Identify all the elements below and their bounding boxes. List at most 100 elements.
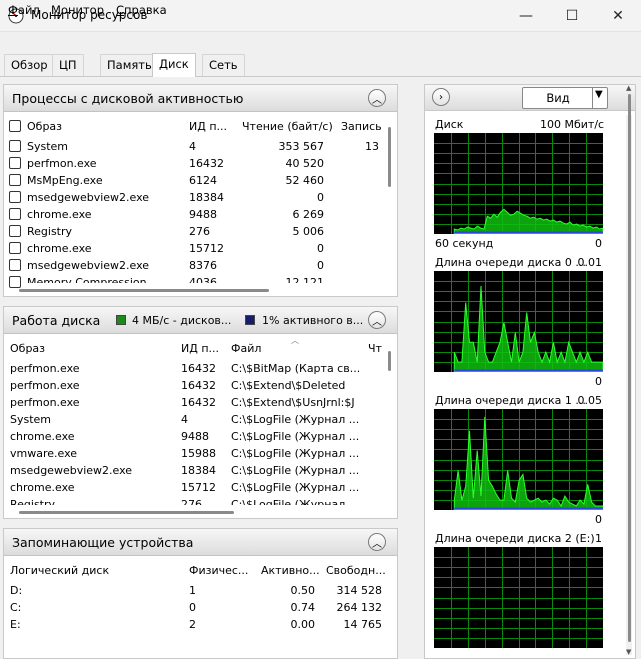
tab-network[interactable]: Сеть: [202, 54, 245, 76]
row-checkbox[interactable]: [9, 191, 21, 203]
column-header-free[interactable]: Свободн...: [326, 564, 386, 577]
row-checkbox[interactable]: [9, 259, 21, 271]
process-image: msedgewebview2.exe: [27, 191, 150, 204]
process-image: System: [27, 140, 69, 153]
disk-activity-panel-header[interactable]: Работа диска 4 МБ/с - дисков... 1% актив…: [4, 307, 397, 334]
column-header-read[interactable]: Чтение (байт/с): [242, 120, 333, 133]
process-image: Memory Compression: [27, 276, 147, 289]
processes-panel-header[interactable]: Процессы с дисковой активностью ︿: [4, 85, 397, 112]
process-pid: 8376: [189, 259, 217, 272]
activity-image: perfmon.exe: [10, 396, 80, 409]
process-read: 0: [317, 259, 324, 272]
row-checkbox[interactable]: [9, 140, 21, 152]
column-header-logical-disk[interactable]: Логический диск: [10, 564, 109, 577]
activity-file: C:\$LogFile (Журнал ...: [231, 413, 359, 426]
processes-vertical-scrollbar[interactable]: [388, 127, 391, 187]
collapse-icon[interactable]: ︿: [368, 311, 386, 329]
activity-pid: 16432: [181, 362, 216, 375]
graph-scale: 0.01: [577, 256, 603, 269]
storage-disk: C:: [10, 601, 22, 614]
column-header-image[interactable]: Образ: [10, 342, 45, 355]
activity-image: perfmon.exe: [10, 379, 80, 392]
tab-cpu[interactable]: ЦП: [52, 54, 84, 76]
disk-activity-vertical-scrollbar[interactable]: [388, 351, 391, 371]
row-checkbox[interactable]: [9, 276, 21, 288]
column-header-image[interactable]: Образ: [27, 120, 62, 133]
close-button[interactable]: ✕: [595, 0, 641, 32]
graph-min: 0: [595, 237, 602, 250]
column-header-physical[interactable]: Физичес...: [189, 564, 248, 577]
disk-activity-horizontal-scrollbar[interactable]: [19, 511, 234, 514]
collapse-icon[interactable]: ︿: [368, 533, 386, 551]
tab-disk[interactable]: Диск: [152, 53, 196, 77]
graphs-scrollbar-thumb[interactable]: [628, 94, 631, 642]
activity-file: C:\$LogFile (Журнал ...: [231, 430, 359, 443]
activity-file: C:\$LogFile (Журнал ...: [231, 481, 359, 494]
menu-file[interactable]: Файл: [8, 3, 40, 17]
storage-free: 264 132: [336, 601, 383, 614]
process-pid: 16432: [189, 157, 224, 170]
select-all-checkbox[interactable]: [9, 120, 21, 132]
chevron-down-icon[interactable]: ▼: [595, 89, 603, 100]
processes-panel-title: Процессы с дисковой активностью: [12, 91, 244, 106]
processes-horizontal-scrollbar[interactable]: [19, 289, 269, 292]
row-checkbox[interactable]: [9, 174, 21, 186]
sort-up-icon: ︿: [291, 336, 299, 345]
storage-active: 0.74: [290, 601, 316, 614]
column-header-pid[interactable]: ИД п...: [189, 120, 227, 133]
process-pid: 276: [189, 225, 210, 238]
column-header-pid[interactable]: ИД п...: [181, 342, 219, 355]
row-checkbox[interactable]: [9, 225, 21, 237]
process-pid: 4036: [189, 276, 217, 289]
minimize-button[interactable]: —: [503, 0, 549, 32]
menu-help[interactable]: Справка: [116, 3, 167, 17]
process-image: msedgewebview2.exe: [27, 259, 150, 272]
storage-disk: E:: [10, 618, 21, 631]
graph-time-span: 60 секунд: [435, 237, 494, 250]
activity-pid: 15712: [181, 481, 216, 494]
process-image: MsMpEng.exe: [27, 174, 103, 187]
activity-pid: 16432: [181, 396, 216, 409]
activity-image: vmware.exe: [10, 447, 78, 460]
activity-pid: 15988: [181, 447, 216, 460]
tab-overview[interactable]: Обзор: [4, 54, 55, 76]
scroll-down-icon[interactable]: ▼: [626, 648, 631, 656]
activity-file: C:\$BitMap (Карта св...: [231, 362, 359, 375]
dropdown-divider: [592, 88, 593, 108]
column-header-active[interactable]: Активно...: [261, 564, 320, 577]
storage-physical: 1: [189, 584, 196, 597]
collapse-icon[interactable]: ︿: [368, 89, 386, 107]
storage-disk: D:: [10, 584, 23, 597]
process-read: 6 269: [292, 208, 325, 221]
column-header-read[interactable]: Чт: [368, 342, 382, 355]
disk-activity-panel-title: Работа диска: [12, 313, 101, 328]
process-pid: 18384: [189, 191, 224, 204]
activity-image: chrome.exe: [10, 481, 75, 494]
activity-image: Registry: [10, 498, 56, 511]
column-header-file[interactable]: Файл: [231, 342, 261, 355]
process-image: chrome.exe: [27, 208, 92, 221]
storage-panel-title: Запоминающие устройства: [12, 535, 194, 550]
tab-memory[interactable]: Память: [100, 54, 159, 76]
column-header-write[interactable]: Запись: [341, 120, 382, 133]
graph-canvas: [434, 409, 603, 510]
maximize-button[interactable]: ☐: [549, 0, 595, 32]
row-checkbox[interactable]: [9, 208, 21, 220]
storage-panel-header[interactable]: Запоминающие устройства ︿: [4, 529, 397, 556]
scroll-up-icon[interactable]: ▲: [626, 84, 631, 92]
graph-title: Диск: [435, 118, 464, 131]
activity-file: C:\$LogFile (Журнал ...: [231, 447, 359, 460]
graph-scale: 0.05: [577, 394, 603, 407]
menu-monitor[interactable]: Монитор: [51, 3, 104, 17]
process-pid: 6124: [189, 174, 217, 187]
activity-image: chrome.exe: [10, 430, 75, 443]
graph-canvas: [434, 547, 603, 648]
process-pid: 15712: [189, 242, 224, 255]
storage-active: 0.00: [290, 618, 316, 631]
storage-panel: Запоминающие устройства ︿ Логический дис…: [3, 528, 398, 659]
expand-icon[interactable]: ›: [432, 88, 450, 106]
row-checkbox[interactable]: [9, 157, 21, 169]
storage-active: 0.50: [290, 584, 316, 597]
row-checkbox[interactable]: [9, 242, 21, 254]
graph-min: 0: [595, 513, 602, 526]
